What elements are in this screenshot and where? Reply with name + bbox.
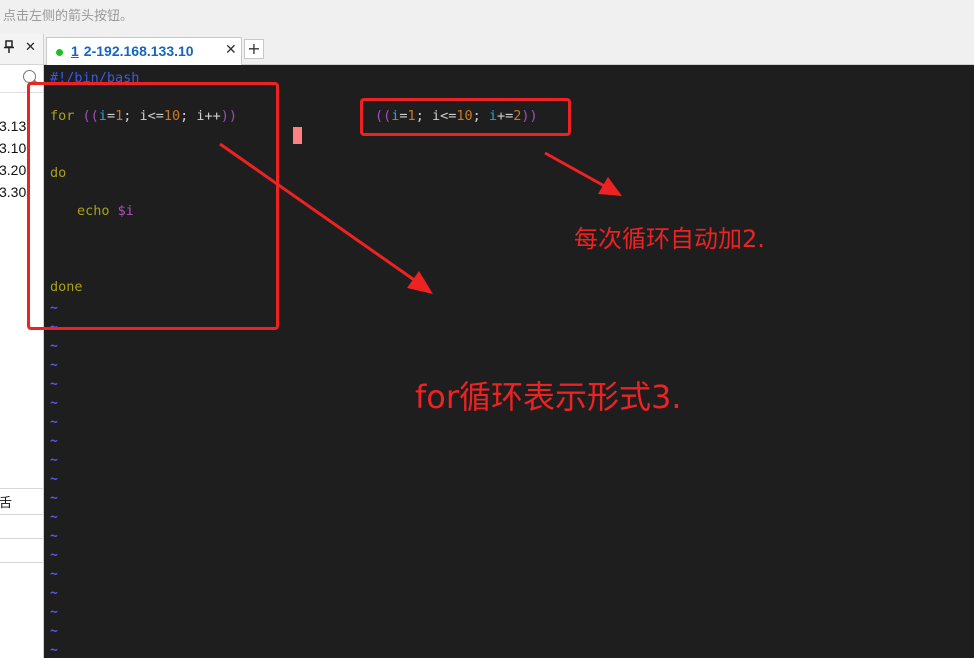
empty-line-tilde: ~ — [50, 605, 58, 620]
form-note: for循环表示形式3. — [415, 378, 682, 416]
divider — [0, 514, 43, 515]
loop-highlight-box — [27, 82, 279, 330]
step-highlight-box — [360, 98, 571, 136]
empty-line-tilde: ~ — [50, 567, 58, 582]
empty-line-tilde: ~ — [50, 358, 58, 373]
session-list-item[interactable]: 3.20 — [0, 162, 26, 178]
empty-line-tilde: ~ — [50, 529, 58, 544]
connection-status-icon — [56, 49, 63, 56]
pin-icon[interactable] — [3, 40, 15, 58]
empty-line-tilde: ~ — [50, 491, 58, 506]
empty-line-tilde: ~ — [50, 510, 58, 525]
session-list-item[interactable]: 3.10 — [0, 140, 26, 156]
session-list-item[interactable]: 3.13 — [0, 118, 26, 134]
empty-line-tilde: ~ — [50, 415, 58, 430]
close-icon[interactable]: ✕ — [25, 40, 36, 55]
divider — [0, 538, 43, 539]
tab-session[interactable]: 1 2-192.168.133.10 ✕ — [46, 37, 242, 65]
hint-bar: 点击左侧的箭头按钮。 — [0, 0, 974, 34]
empty-line-tilde: ~ — [50, 586, 58, 601]
empty-line-tilde: ~ — [50, 548, 58, 563]
tab-number: 1 — [71, 43, 79, 59]
divider — [0, 488, 43, 489]
empty-line-tilde: ~ — [50, 624, 58, 639]
empty-line-tilde: ~ — [50, 453, 58, 468]
properties-label: 舌 — [0, 496, 13, 511]
empty-line-tilde: ~ — [50, 396, 58, 411]
session-list-item[interactable]: 3.30 — [0, 184, 26, 200]
session-panel-header: ✕ — [0, 34, 43, 65]
empty-line-tilde: ~ — [50, 643, 58, 658]
close-icon[interactable]: ✕ — [225, 42, 237, 58]
divider — [0, 562, 43, 563]
empty-line-tilde: ~ — [50, 434, 58, 449]
hint-text: 点击左侧的箭头按钮。 — [3, 9, 134, 24]
empty-line-tilde: ~ — [50, 377, 58, 392]
new-tab-button[interactable]: + — [244, 39, 264, 59]
empty-line-tilde: ~ — [50, 339, 58, 354]
empty-line-tilde: ~ — [50, 472, 58, 487]
text-cursor — [293, 127, 302, 144]
tab-title: 2-192.168.133.10 — [83, 43, 194, 59]
step-note: 每次循环自动加2. — [574, 225, 765, 253]
tab-bar: 1 2-192.168.133.10 ✕ + — [44, 34, 974, 65]
